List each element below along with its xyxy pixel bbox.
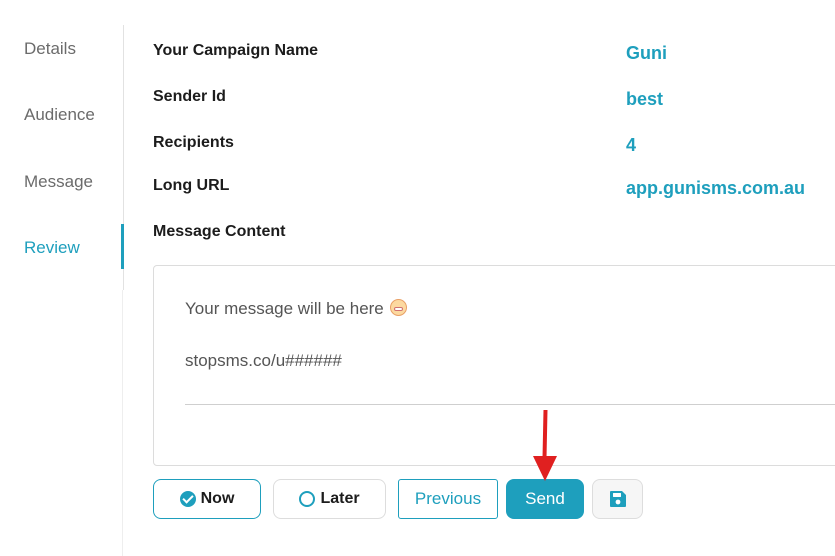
later-label: Later: [320, 490, 360, 507]
grinning-face-emoji-icon: [389, 299, 407, 316]
step-message[interactable]: Message: [24, 172, 93, 192]
previous-button[interactable]: Previous: [398, 479, 498, 519]
schedule-now-option[interactable]: Now: [153, 479, 261, 519]
send-button[interactable]: Send: [506, 479, 584, 519]
long-url-label: Long URL: [153, 177, 230, 194]
message-content-label: Message Content: [153, 223, 286, 240]
active-step-indicator: [121, 224, 124, 269]
annotation-arrow-icon: [533, 409, 557, 481]
recipients-value: 4: [626, 135, 637, 155]
long-url-value: app.gunisms.com.au: [626, 178, 806, 198]
sender-id-label: Sender Id: [153, 88, 226, 105]
message-preview-box: Your message will be here stopsms.co/u##…: [153, 265, 835, 466]
schedule-later-option[interactable]: Later: [273, 479, 386, 519]
recipients-label: Recipients: [153, 134, 234, 151]
save-draft-button[interactable]: [592, 479, 643, 519]
message-divider: [185, 404, 835, 405]
now-label: Now: [200, 490, 235, 507]
optout-link-text: stopsms.co/u######: [185, 351, 342, 370]
step-navigation: Details Audience Message Review: [0, 25, 124, 290]
campaign-name-label: Your Campaign Name: [153, 42, 319, 59]
step-audience[interactable]: Audience: [24, 105, 95, 125]
step-details[interactable]: Details: [24, 39, 76, 59]
check-circle-icon: [179, 491, 196, 507]
message-body: Your message will be here: [185, 299, 384, 318]
campaign-name-value: Guni: [626, 43, 667, 63]
message-preview-text: Your message will be here: [185, 299, 407, 319]
step-review[interactable]: Review: [24, 238, 80, 258]
left-column-border: [122, 290, 123, 556]
floppy-disk-icon: [609, 491, 626, 507]
sender-id-value: best: [626, 89, 664, 109]
radio-unchecked-icon: [299, 491, 316, 507]
